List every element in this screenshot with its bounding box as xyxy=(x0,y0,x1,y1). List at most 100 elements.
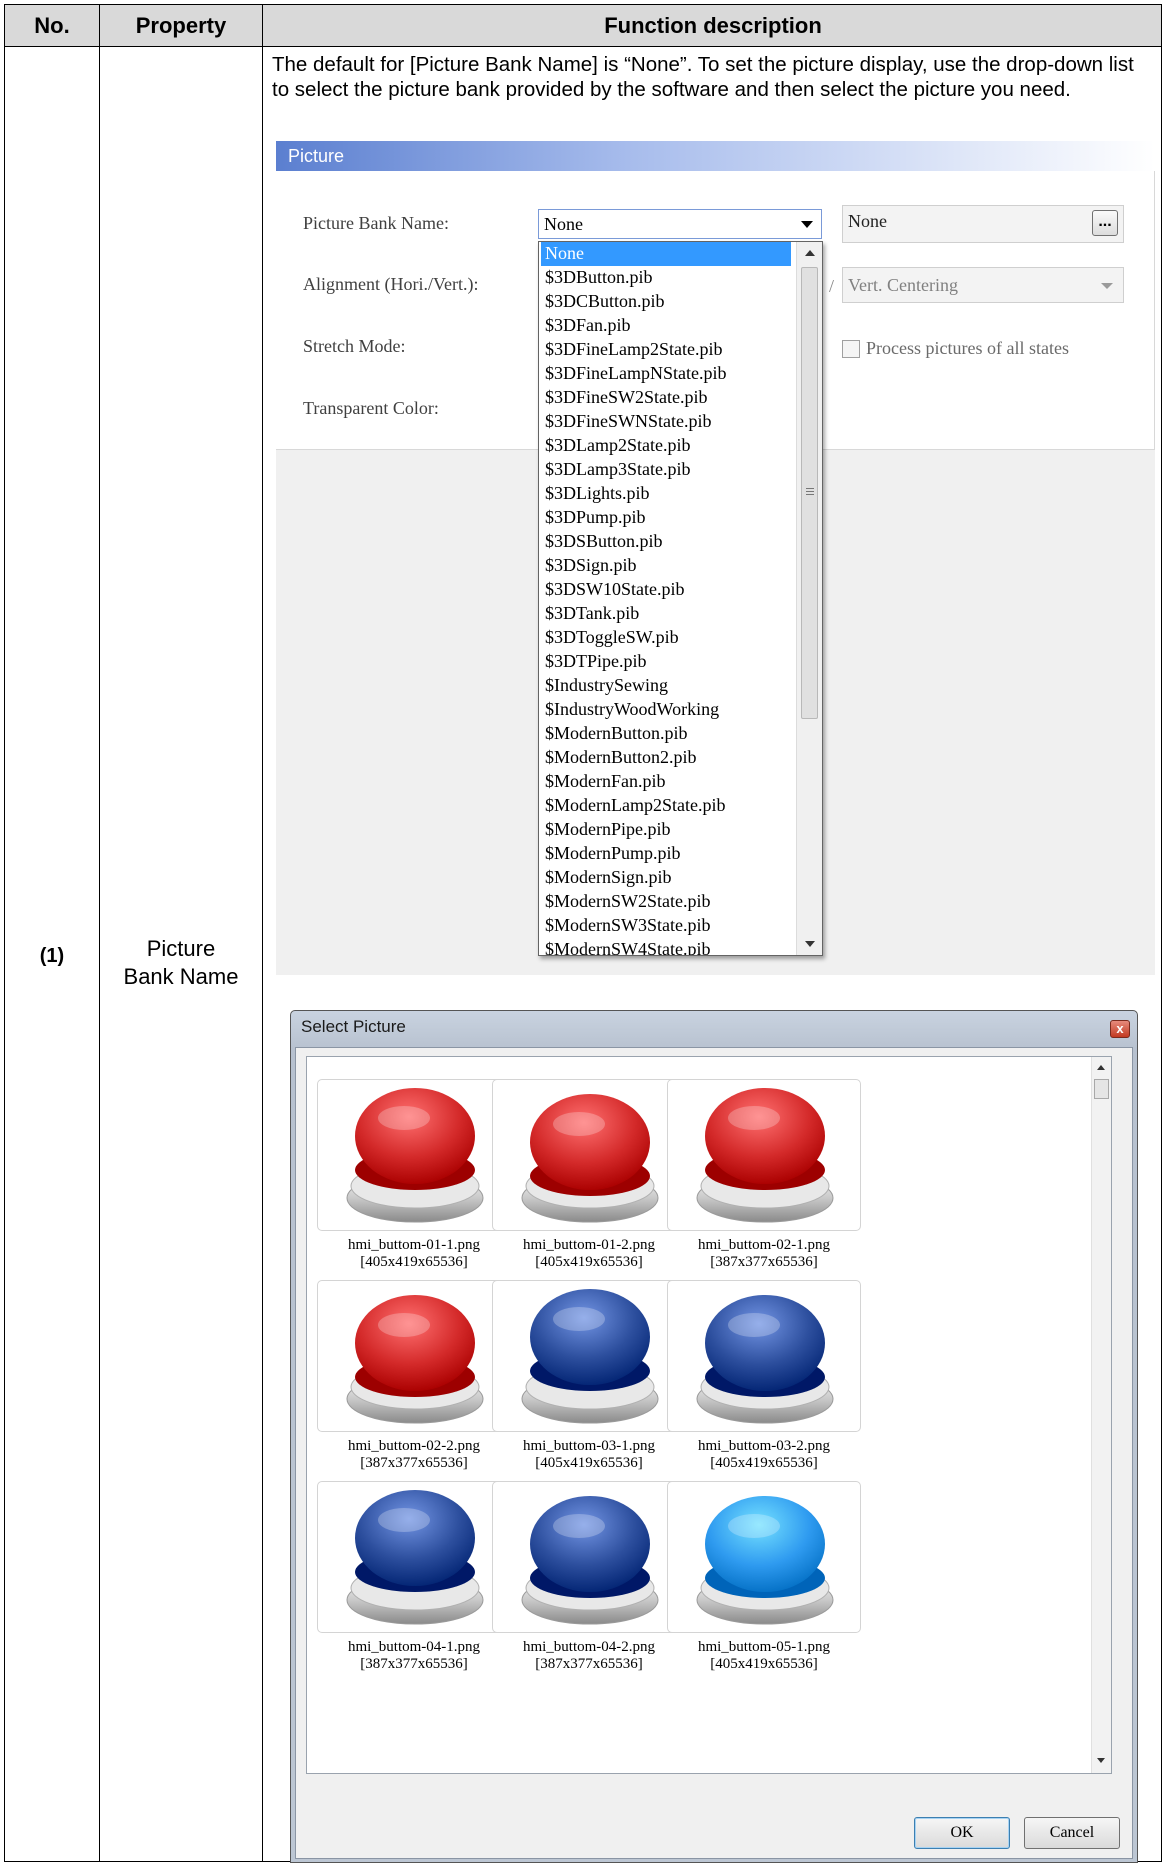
picture-tile[interactable] xyxy=(667,1079,861,1231)
picture-tile[interactable] xyxy=(317,1079,511,1231)
picture-tile[interactable] xyxy=(492,1481,686,1633)
picture-name-field[interactable]: None xyxy=(842,205,1124,243)
dropdown-item[interactable]: $ModernPipe.pib xyxy=(543,818,671,842)
push-button-icon xyxy=(521,1496,659,1625)
picture-bank-name-label: Picture Bank Name: xyxy=(303,213,449,233)
picture-dimensions: [405x419x65536] xyxy=(360,1254,468,1270)
browse-picture-button[interactable]: ... xyxy=(1092,210,1118,236)
picture-gallery: hmi_buttom-01-1.png [405x419x65536] hmi_bu… xyxy=(306,1056,1112,1774)
row-property-line1: Picture xyxy=(146,936,216,961)
dropdown-item[interactable]: None xyxy=(541,242,791,266)
function-intro-text: The default for [Picture Bank Name] is “… xyxy=(272,53,1134,101)
dropdown-item[interactable]: $ModernFan.pib xyxy=(543,770,666,794)
picture-file-name: hmi_buttom-03-1.png xyxy=(522,1438,656,1454)
picture-tile[interactable] xyxy=(317,1280,511,1432)
scroll-down-icon[interactable] xyxy=(1097,1758,1105,1763)
picture-bank-name-value: None xyxy=(544,214,583,234)
picture-dimensions: [387x377x65536] xyxy=(360,1656,468,1672)
dropdown-item[interactable]: $ModernButton.pib xyxy=(543,722,688,746)
picture-bank-dropdown-list[interactable]: None $3DButton.pib $3DCButton.pib $3DFan.pi… xyxy=(538,241,823,956)
picture-tile[interactable] xyxy=(667,1481,861,1633)
picture-panel-header: Picture xyxy=(276,141,1155,171)
table-header-row: No. Property Function description xyxy=(5,5,1161,47)
ok-button[interactable]: OK xyxy=(914,1817,1010,1849)
picture-file-name: hmi_buttom-04-2.png xyxy=(522,1639,656,1655)
picture-caption: hmi_buttom-01-2.png [405x419x65536] xyxy=(492,1237,686,1271)
header-property: Property xyxy=(135,13,227,38)
picture-bank-name-combo[interactable]: None xyxy=(538,209,822,239)
dropdown-item[interactable]: $3DFineLampNState.pib xyxy=(543,362,726,386)
dropdown-item[interactable]: $3DToggleSW.pib xyxy=(543,626,679,650)
scroll-down-icon[interactable] xyxy=(805,941,815,947)
dialog-title: Select Picture xyxy=(301,1017,406,1036)
dropdown-item[interactable]: $3DButton.pib xyxy=(543,266,653,290)
push-button-icon xyxy=(346,1088,484,1223)
dropdown-item[interactable]: $3DFineSWNState.pib xyxy=(543,410,712,434)
dropdown-scrollbar[interactable] xyxy=(796,242,822,955)
dropdown-item[interactable]: $3DCButton.pib xyxy=(543,290,665,314)
picture-caption: hmi_buttom-04-1.png [387x377x65536] xyxy=(317,1639,511,1673)
column-divider xyxy=(262,5,263,1861)
dropdown-item[interactable]: $3DSW10State.pib xyxy=(543,578,685,602)
picture-file-name: hmi_buttom-04-1.png xyxy=(347,1639,481,1655)
picture-caption: hmi_buttom-01-1.png [405x419x65536] xyxy=(317,1237,511,1271)
dropdown-item[interactable]: $3DPump.pib xyxy=(543,506,646,530)
dropdown-item[interactable]: $3DLights.pib xyxy=(543,482,650,506)
dropdown-item[interactable]: $ModernSW4State.pib xyxy=(543,938,710,955)
scroll-up-icon[interactable] xyxy=(1097,1065,1105,1070)
picture-file-name: hmi_buttom-01-1.png xyxy=(347,1237,481,1253)
dropdown-item[interactable]: $3DLamp3State.pib xyxy=(543,458,690,482)
cancel-button[interactable]: Cancel xyxy=(1024,1817,1120,1849)
close-icon[interactable]: x xyxy=(1110,1020,1130,1038)
dropdown-item[interactable]: $3DFan.pib xyxy=(543,314,631,338)
dropdown-item[interactable]: $IndustryWoodWorking xyxy=(543,698,719,722)
push-button-icon xyxy=(521,1289,659,1424)
picture-caption: hmi_buttom-04-2.png [387x377x65536] xyxy=(492,1639,686,1673)
dialog-content: hmi_buttom-01-1.png [405x419x65536] hmi_bu… xyxy=(295,1047,1133,1859)
picture-caption: hmi_buttom-02-2.png [387x377x65536] xyxy=(317,1438,511,1472)
gallery-scrollbar[interactable] xyxy=(1091,1057,1111,1773)
picture-dimensions: [405x419x65536] xyxy=(535,1455,643,1471)
dropdown-item[interactable]: $3DTank.pib xyxy=(543,602,639,626)
picture-tile[interactable] xyxy=(667,1280,861,1432)
push-button-icon xyxy=(346,1490,484,1625)
header-function-description: Function description xyxy=(604,13,822,38)
picture-dimensions: [405x419x65536] xyxy=(710,1455,818,1471)
dropdown-item[interactable]: $3DSign.pib xyxy=(543,554,637,578)
row-number: (1) xyxy=(39,945,65,967)
dropdown-arrow-icon[interactable] xyxy=(1101,283,1113,289)
picture-file-name: hmi_buttom-03-2.png xyxy=(697,1438,831,1454)
vertical-alignment-combo[interactable]: Vert. Centering xyxy=(842,267,1124,303)
picture-name-value: None xyxy=(848,211,887,231)
picture-tile[interactable] xyxy=(492,1280,686,1432)
alignment-label: Alignment (Hori./Vert.): xyxy=(303,274,479,294)
picture-dimensions: [405x419x65536] xyxy=(710,1656,818,1672)
dropdown-item[interactable]: $3DFineSW2State.pib xyxy=(543,386,708,410)
dropdown-item[interactable]: $IndustrySewing xyxy=(543,674,668,698)
scrollbar-thumb[interactable] xyxy=(1094,1079,1109,1099)
dropdown-item[interactable]: $3DFineLamp2State.pib xyxy=(543,338,722,362)
scroll-up-icon[interactable] xyxy=(805,250,815,256)
dropdown-item[interactable]: $ModernLamp2State.pib xyxy=(543,794,725,818)
process-all-states-label: Process pictures of all states xyxy=(866,338,1069,358)
dropdown-item[interactable]: $3DLamp2State.pib xyxy=(543,434,690,458)
picture-tile[interactable] xyxy=(317,1481,511,1633)
picture-caption: hmi_buttom-02-1.png [387x377x65536] xyxy=(667,1237,861,1271)
row-property-line2: Bank Name xyxy=(123,964,239,989)
push-button-icon xyxy=(521,1094,659,1223)
dropdown-item[interactable]: $3DSButton.pib xyxy=(543,530,663,554)
picture-tile[interactable] xyxy=(492,1079,686,1231)
dropdown-item[interactable]: $ModernPump.pib xyxy=(543,842,681,866)
header-no: No. xyxy=(34,13,70,38)
process-all-states-checkbox[interactable] xyxy=(842,340,860,358)
select-picture-dialog: Select Picture x hmi_buttom-01-1.png [405… xyxy=(290,1010,1138,1863)
push-button-icon xyxy=(346,1295,484,1424)
dropdown-arrow-icon[interactable] xyxy=(801,221,813,228)
dropdown-item[interactable]: $3DTPipe.pib xyxy=(543,650,647,674)
dropdown-item[interactable]: $ModernSign.pib xyxy=(543,866,672,890)
picture-dimensions: [405x419x65536] xyxy=(535,1254,643,1270)
dropdown-item[interactable]: $ModernButton2.pib xyxy=(543,746,697,770)
scrollbar-thumb[interactable] xyxy=(801,267,818,719)
dropdown-item[interactable]: $ModernSW2State.pib xyxy=(543,890,710,914)
dropdown-item[interactable]: $ModernSW3State.pib xyxy=(543,914,710,938)
